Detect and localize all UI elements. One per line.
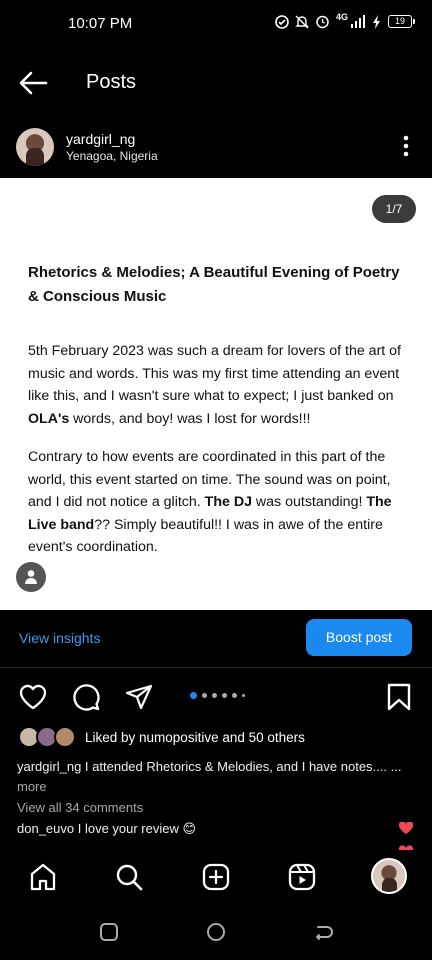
like-heart-icon[interactable] [18, 682, 48, 712]
comment-like-heart-icon[interactable] [399, 822, 413, 835]
home-circle-icon[interactable] [205, 921, 227, 943]
battery-level: 19 [388, 15, 415, 28]
post-caption[interactable]: yardgirl_ng I attended Rhetorics & Melod… [17, 757, 409, 797]
view-insights-link[interactable]: View insights [19, 630, 100, 646]
search-icon[interactable] [114, 862, 144, 892]
carousel-dot [232, 693, 237, 698]
caption-more-link[interactable]: more [17, 779, 47, 794]
post-card-title: Rhetorics & Melodies; A Beautiful Evenin… [28, 264, 400, 305]
person-icon [25, 570, 37, 584]
liked-by-text: Liked by numopositive and 50 others [85, 730, 305, 745]
carousel-dot [242, 694, 245, 697]
boost-post-button[interactable]: Boost post [306, 619, 412, 656]
carousel-dot [212, 693, 217, 698]
save-bookmark-icon[interactable] [384, 682, 414, 712]
carousel-counter: 1/7 [372, 195, 416, 223]
insights-row: View insights Boost post [0, 610, 432, 668]
status-icons: 4G 19 [275, 11, 415, 29]
carousel-dots [190, 692, 245, 699]
alarm-icon [316, 15, 329, 29]
author-username[interactable]: yardgirl_ng [66, 131, 135, 147]
carousel-dot [222, 693, 227, 698]
create-post-icon[interactable] [201, 862, 231, 892]
post-image[interactable]: 1/7 Rhetorics & Melodies; A Beautiful Ev… [0, 178, 432, 610]
focus-mode-icon [275, 14, 289, 29]
network-type: 4G [335, 11, 348, 22]
status-bar: 10:07 PM 4G 19 [0, 0, 432, 48]
header: Posts [0, 58, 432, 108]
signal-icon [351, 15, 365, 28]
post-card-paragraph-1: 5th February 2023 was such a dream for l… [28, 343, 402, 427]
share-send-icon[interactable] [124, 682, 154, 712]
charging-icon [373, 14, 380, 29]
more-options-icon[interactable] [398, 134, 414, 158]
author-avatar[interactable] [16, 128, 54, 166]
carousel-dot-active [190, 692, 197, 699]
comment-preview: don_euvo I love your review 😊 [17, 821, 197, 836]
profile-avatar-tab[interactable] [371, 858, 407, 894]
post-actions [0, 680, 432, 712]
bottom-navigation [0, 850, 432, 906]
system-navigation-bar [0, 906, 432, 960]
liked-by-row[interactable]: Liked by numopositive and 50 others [18, 726, 418, 750]
post-card-paragraph-2: Contrary to how events are coordinated i… [28, 449, 392, 555]
carousel-dot [202, 693, 207, 698]
back-arrow-icon[interactable] [18, 70, 48, 96]
comment-icon[interactable] [71, 682, 101, 712]
recent-apps-icon[interactable] [98, 921, 120, 943]
tagged-people-button[interactable] [16, 562, 46, 592]
post-author-row: yardgirl_ng Yenagoa, Nigeria [0, 124, 432, 176]
author-location[interactable]: Yenagoa, Nigeria [66, 149, 158, 163]
caption-text: yardgirl_ng I attended Rhetorics & Melod… [17, 759, 402, 774]
view-all-comments-link[interactable]: View all 34 comments [17, 800, 143, 815]
status-time: 10:07 PM [68, 15, 133, 32]
page-title: Posts [86, 71, 137, 93]
home-icon[interactable] [28, 862, 58, 892]
mute-bell-icon [295, 15, 309, 28]
back-system-icon[interactable] [312, 921, 334, 943]
liker-avatar [54, 726, 76, 748]
reels-icon[interactable] [287, 862, 317, 892]
